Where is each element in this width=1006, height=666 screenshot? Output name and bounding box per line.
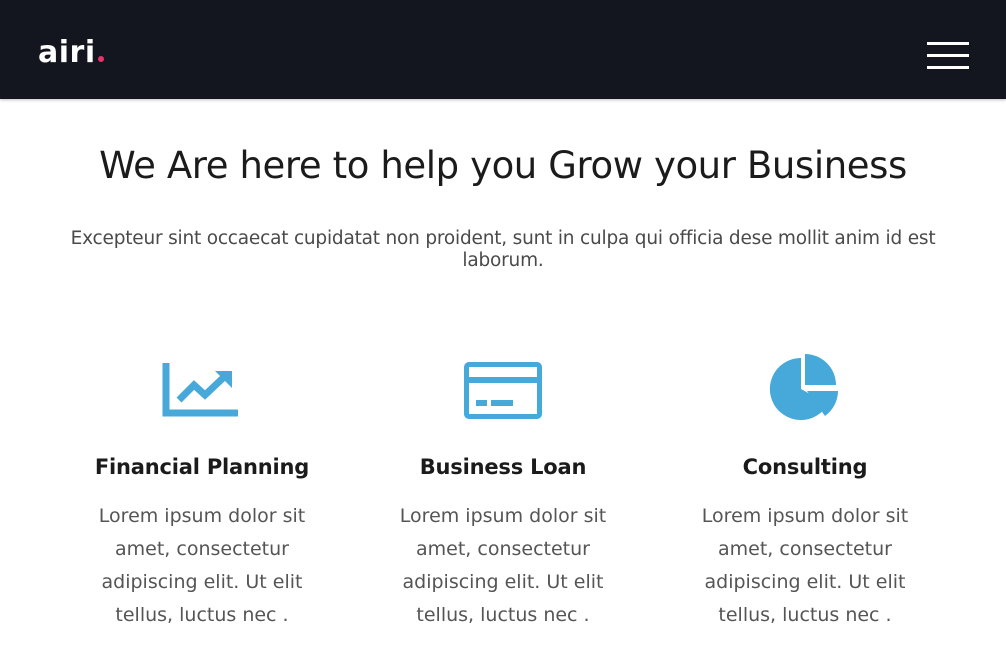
feature-title: Consulting <box>742 455 868 479</box>
page-subtitle: Excepteur sint occaecat cupidatat non pr… <box>70 228 936 271</box>
trending-chart-icon <box>162 363 238 417</box>
feature-title: Business Loan <box>419 455 587 479</box>
feature-text: Lorem ipsum dolor sit amet, consectetur … <box>399 505 607 626</box>
feature-text: Lorem ipsum dolor sit amet, consectetur … <box>701 505 909 626</box>
logo-dot <box>97 56 104 62</box>
logo[interactable]: airi <box>38 33 104 73</box>
hamburger-line <box>927 66 969 69</box>
credit-card-icon <box>464 362 542 419</box>
feature-business-loan: Business Loan Lorem ipsum dolor sit amet… <box>363 350 643 632</box>
hamburger-line <box>927 54 969 57</box>
logo-text: airi <box>38 35 96 70</box>
feature-title: Financial Planning <box>94 455 310 479</box>
pie-chart-icon <box>769 354 838 420</box>
hamburger-line <box>927 42 969 45</box>
feature-financial-planning: Financial Planning Lorem ipsum dolor sit… <box>62 350 342 632</box>
feature-text: Lorem ipsum dolor sit amet, consectetur … <box>98 505 306 626</box>
page-title: We Are here to help you Grow your Busine… <box>99 144 907 187</box>
hamburger-menu-icon[interactable] <box>927 41 969 71</box>
feature-consulting: Consulting Lorem ipsum dolor sit amet, c… <box>665 350 945 632</box>
navbar: airi <box>0 0 1006 99</box>
